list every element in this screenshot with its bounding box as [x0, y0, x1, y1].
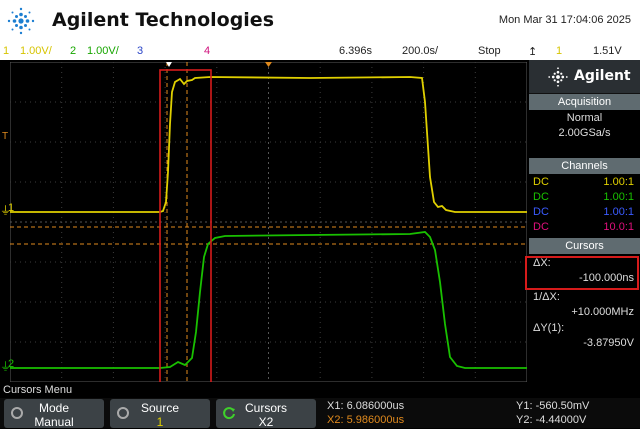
inverse-delta-x-label: 1/ΔX:: [533, 291, 560, 303]
source-softkey[interactable]: Source 1: [110, 399, 210, 429]
trigger-edge-icon: ↥: [528, 46, 538, 58]
channel4-row: DC 10.0:1: [529, 221, 640, 235]
delta-y-label: ΔY(1):: [533, 322, 565, 334]
channel3-coupling: DC: [533, 206, 549, 218]
trigger-reference-icon: [265, 62, 272, 67]
trigger-level-marker[interactable]: T: [2, 131, 8, 142]
brand-title: Agilent Technologies: [52, 9, 275, 31]
trace2-marker[interactable]: ⏚ 2: [0, 358, 15, 373]
channel4-coupling: DC: [533, 221, 549, 233]
channel1-coupling: DC: [533, 176, 549, 188]
cursors-softkey[interactable]: Cursors X2: [216, 399, 316, 429]
channel3-row: DC 1.00:1: [529, 206, 640, 220]
status-bar: 1 1.00V/ 2 1.00V/ 3 4 6.396s 200.0s/ Sto…: [0, 40, 640, 60]
agilent-label: Agilent: [574, 68, 631, 84]
time-offset[interactable]: 6.396s: [339, 45, 372, 57]
channel1-row: DC 1.00:1: [529, 176, 640, 190]
softkey-bar: Mode Manual Source 1 Cursors X2 X1: 6.08…: [0, 398, 640, 429]
inverse-delta-x-value: +10.000MHz: [571, 306, 634, 318]
x2-readout: X2: 5.986000us: [327, 414, 405, 426]
channel2-coupling: DC: [533, 191, 549, 203]
source-title: Source: [140, 401, 180, 415]
trigger-channel[interactable]: 1: [556, 45, 562, 57]
acquisition-title: Acquisition: [529, 94, 640, 110]
source-value: 1: [156, 415, 164, 429]
mode-value: Manual: [34, 415, 74, 429]
trace2-label: 2: [8, 358, 15, 370]
sample-rate: 2.00GSa/s: [558, 127, 611, 139]
channel2-row: DC 1.00:1: [529, 191, 640, 205]
header-bar: Agilent Technologies Mon Mar 31 17:04:06…: [0, 0, 640, 40]
agilent-logo-icon: [7, 7, 35, 35]
waveform-display[interactable]: [10, 62, 527, 382]
acquisition-mode: Normal: [566, 112, 603, 124]
cursors-value: X2: [258, 415, 274, 429]
x1-readout: X1: 6.086000us: [327, 400, 405, 412]
channel4-number[interactable]: 4: [204, 45, 210, 57]
agilent-button[interactable]: Agilent: [529, 60, 640, 94]
mode-softkey[interactable]: Mode Manual: [4, 399, 104, 429]
channel3-probe: 1.00:1: [603, 206, 634, 218]
timebase[interactable]: 200.0s/: [402, 45, 438, 57]
trace1-label: 1: [8, 202, 15, 214]
cursors-title: Cursors: [244, 401, 287, 415]
channel2-number[interactable]: 2: [70, 45, 76, 57]
graticule: [10, 62, 527, 382]
cursors-title: Cursors: [529, 238, 640, 254]
channels-title: Channels: [529, 158, 640, 174]
run-state[interactable]: Stop: [478, 45, 501, 57]
channel4-probe: 10.0:1: [603, 221, 634, 233]
agilent-logo-icon: [548, 67, 568, 87]
right-panel: Agilent Acquisition Normal 2.00GSa/s Cha…: [525, 60, 640, 383]
channel3-number[interactable]: 3: [137, 45, 143, 57]
menu-title: Cursors Menu: [3, 384, 73, 396]
y1-readout: Y1: -560.50mV: [516, 400, 590, 412]
highlight-rectangle: [159, 69, 212, 382]
channel1-number[interactable]: 1: [3, 45, 9, 57]
trigger-level[interactable]: 1.51V: [593, 45, 622, 57]
channel2-probe: 1.00:1: [603, 191, 634, 203]
date-time: Mon Mar 31 17:04:06 2025: [498, 14, 631, 26]
mode-title: Mode: [38, 401, 70, 415]
channel2-scale[interactable]: 1.00V/: [87, 45, 119, 57]
highlight-rectangle: [525, 256, 639, 290]
y2-readout: Y2: -4.44000V: [516, 414, 587, 426]
delta-y-value: -3.87950V: [583, 337, 634, 349]
channel1-scale[interactable]: 1.00V/: [20, 45, 52, 57]
trace1-marker[interactable]: ⏚ 1: [0, 202, 15, 217]
menu-label-bar: Cursors Menu: [0, 383, 640, 398]
channel1-probe: 1.00:1: [603, 176, 634, 188]
